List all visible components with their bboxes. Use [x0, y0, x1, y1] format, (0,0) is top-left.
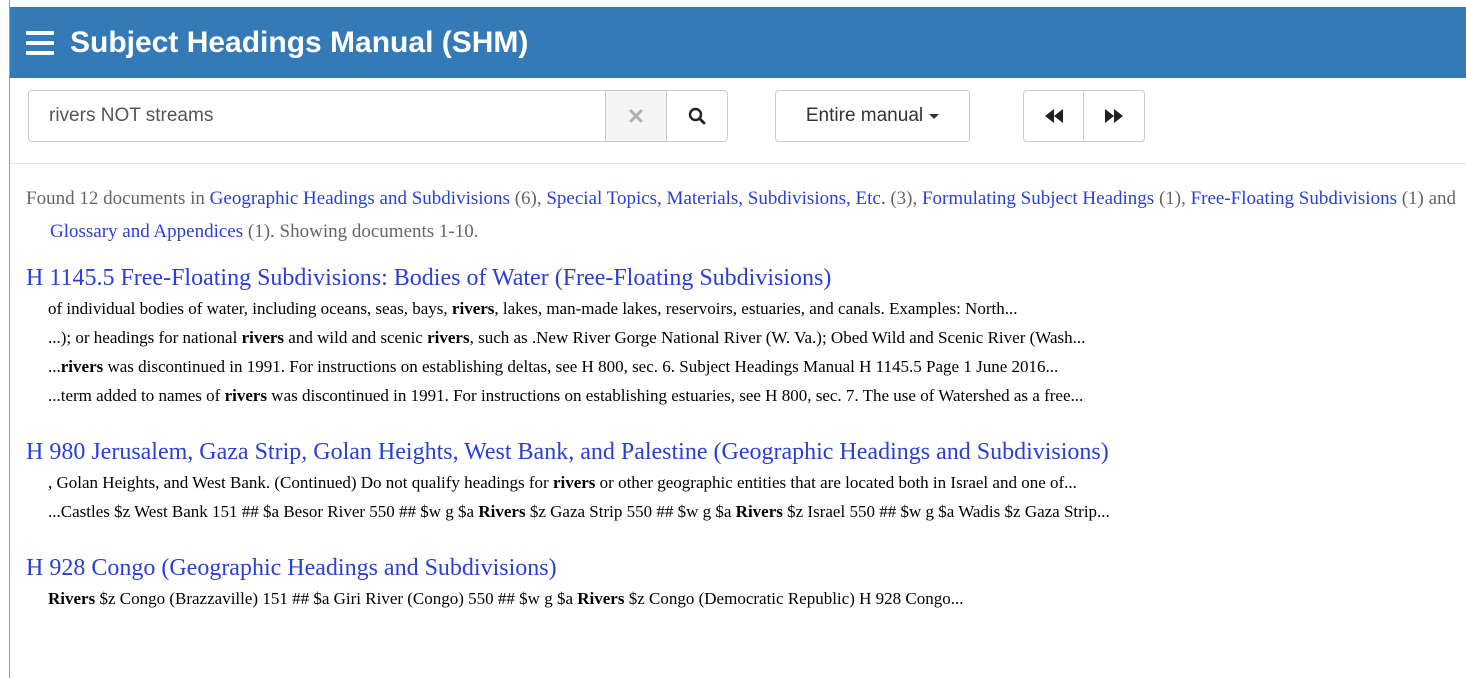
- result-item: H 928 Congo (Geographic Headings and Sub…: [26, 552, 1462, 613]
- page-frame: Subject Headings Manual (SHM) Entire man…: [10, 0, 1466, 678]
- backward-icon: [1044, 109, 1063, 123]
- page-title: Subject Headings Manual (SHM): [70, 25, 529, 59]
- result-snippet: ...term added to names of rivers was dis…: [48, 386, 1084, 405]
- highlight-term: Rivers: [735, 502, 783, 521]
- result-title-link[interactable]: H 1145.5 Free-Floating Subdivisions: Bod…: [26, 262, 1462, 294]
- result-snippet: , Golan Heights, and West Bank. (Continu…: [48, 473, 1077, 492]
- search-icon: [688, 107, 706, 125]
- close-icon: [629, 109, 643, 123]
- result-snippet: ...rivers was discontinued in 1991. For …: [48, 357, 1059, 376]
- result-title-link[interactable]: H 980 Jerusalem, Gaza Strip, Golan Heigh…: [26, 436, 1462, 468]
- hamburger-menu-icon[interactable]: [26, 30, 54, 55]
- highlight-term: rivers: [427, 328, 470, 347]
- highlight-term: rivers: [552, 473, 596, 492]
- category-count: (6): [514, 188, 537, 209]
- result-item: H 1145.5 Free-Floating Subdivisions: Bod…: [26, 262, 1462, 410]
- highlight-term: rivers: [451, 299, 495, 318]
- category-count: (1): [1158, 188, 1182, 209]
- app-header: Subject Headings Manual (SHM): [10, 7, 1466, 78]
- highlight-term: Rivers: [48, 589, 96, 608]
- category-count: (1): [247, 221, 271, 242]
- caret-down-icon: [929, 113, 940, 119]
- search-summary: Found 12 documents in Geographic Heading…: [26, 182, 1462, 248]
- result-item: H 980 Jerusalem, Gaza Strip, Golan Heigh…: [26, 436, 1462, 526]
- forward-icon: [1105, 109, 1123, 123]
- category-link[interactable]: Special Topics, Materials, Subdivisions,…: [546, 188, 885, 209]
- category-count: (1): [1401, 188, 1424, 209]
- search-toolbar: Entire manual: [10, 78, 1466, 164]
- result-navigation: [1023, 90, 1145, 142]
- result-snippet: ...); or headings for national rivers an…: [48, 328, 1086, 347]
- category-count: (3): [890, 188, 913, 209]
- search-button[interactable]: [667, 90, 728, 142]
- previous-page-button[interactable]: [1023, 90, 1084, 142]
- category-link[interactable]: Geographic Headings and Subdivisions: [210, 188, 510, 209]
- result-snippet: Rivers $z Congo (Brazzaville) 151 ## $a …: [48, 589, 964, 608]
- scope-dropdown[interactable]: Entire manual: [775, 90, 970, 142]
- search-input[interactable]: [28, 90, 606, 142]
- summary-suffix: . Showing documents 1-10.: [270, 221, 479, 242]
- result-snippet: of individual bodies of water, including…: [48, 299, 1018, 318]
- result-snippet: ...Castles $z West Bank 151 ## $a Besor …: [48, 502, 1110, 521]
- results-list: H 1145.5 Free-Floating Subdivisions: Bod…: [26, 262, 1462, 639]
- summary-prefix: Found 12 documents in: [26, 188, 210, 209]
- category-link[interactable]: Glossary and Appendices: [50, 221, 243, 242]
- scope-label: Entire manual: [805, 105, 924, 126]
- window-left-border: [0, 0, 10, 678]
- result-title-link[interactable]: H 928 Congo (Geographic Headings and Sub…: [26, 552, 1462, 584]
- highlight-term: Rivers: [577, 589, 625, 608]
- highlight-term: rivers: [241, 328, 285, 347]
- next-page-button[interactable]: [1084, 90, 1145, 142]
- search-group: [28, 90, 728, 142]
- highlight-term: rivers: [60, 357, 104, 376]
- category-link[interactable]: Formulating Subject Headings: [922, 188, 1154, 209]
- clear-search-button[interactable]: [606, 90, 667, 142]
- highlight-term: rivers: [224, 386, 268, 405]
- category-link[interactable]: Free-Floating Subdivisions: [1191, 188, 1397, 209]
- highlight-term: Rivers: [478, 502, 526, 521]
- summary-text: Found 12 documents in Geographic Heading…: [26, 188, 1457, 242]
